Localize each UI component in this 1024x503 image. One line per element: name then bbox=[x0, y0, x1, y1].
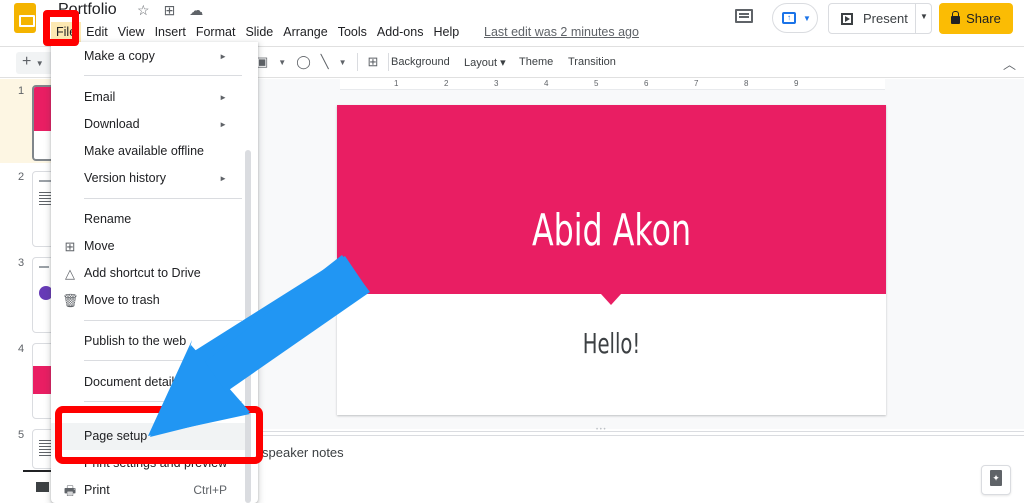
title-band bbox=[337, 105, 886, 294]
menu-addons[interactable]: Add-ons bbox=[372, 22, 429, 42]
menu-slide[interactable]: Slide bbox=[240, 22, 278, 42]
menu-view[interactable]: View bbox=[113, 22, 150, 42]
layout-button[interactable]: Layout ▾ bbox=[464, 56, 506, 69]
page-setup-highlight bbox=[55, 406, 263, 464]
menu-help[interactable]: Help bbox=[428, 22, 464, 42]
menu-item-download[interactable]: Download ► bbox=[51, 111, 247, 138]
comment-add-icon[interactable]: ⊞ bbox=[368, 54, 379, 70]
print-icon: 🖶 bbox=[63, 483, 77, 498]
share-button[interactable]: Share bbox=[939, 3, 1013, 34]
lock-icon bbox=[951, 11, 961, 24]
slide-number: 5 bbox=[18, 429, 25, 441]
star-icon[interactable]: ☆ bbox=[137, 2, 150, 19]
line-icon[interactable]: ╲ bbox=[321, 54, 329, 70]
menu-item-publish-to-web[interactable]: Publish to the web bbox=[51, 328, 247, 355]
background-button[interactable]: Background bbox=[391, 56, 450, 68]
menu-item-document-details[interactable]: Document details bbox=[51, 369, 247, 396]
drive-shortcut-icon: △ bbox=[65, 266, 75, 281]
menu-item-version-history[interactable]: Version history ► bbox=[51, 165, 247, 192]
menu-arrange[interactable]: Arrange bbox=[278, 22, 332, 42]
slide-number: 1 bbox=[18, 85, 25, 97]
move-folder-icon: ⊞ bbox=[64, 239, 76, 254]
present-icon bbox=[841, 12, 853, 25]
explore-button[interactable] bbox=[981, 465, 1011, 495]
chevron-down-icon: ▼ bbox=[803, 14, 811, 23]
present-to-meeting-icon: ↑ bbox=[782, 12, 796, 24]
present-options-chevron-icon[interactable]: ▼ bbox=[920, 12, 928, 21]
collapse-toolbar-icon[interactable]: ︿ bbox=[1003, 54, 1016, 73]
theme-button[interactable]: Theme bbox=[519, 56, 553, 68]
move-to-folder-icon[interactable]: ⊞ bbox=[164, 2, 176, 19]
chevron-down-icon[interactable]: ▼ bbox=[339, 58, 347, 67]
shape-icon[interactable]: ◯ bbox=[296, 54, 311, 70]
menu-item-email[interactable]: Email ► bbox=[51, 84, 247, 111]
menu-edit[interactable]: Edit bbox=[81, 22, 113, 42]
slide-number: 3 bbox=[18, 257, 25, 269]
slide-number: 2 bbox=[18, 171, 25, 183]
present-label: Present bbox=[863, 11, 908, 26]
slides-logo[interactable] bbox=[14, 3, 36, 33]
menu-item-make-a-copy[interactable]: Make a copy ► bbox=[51, 43, 247, 70]
file-menu-highlight bbox=[43, 10, 79, 46]
last-edit-link[interactable]: Last edit was 2 minutes ago bbox=[484, 25, 639, 39]
trash-icon: 🗑 bbox=[62, 293, 79, 308]
menu-insert[interactable]: Insert bbox=[150, 22, 191, 42]
menu-tools[interactable]: Tools bbox=[333, 22, 372, 42]
notes-resize-handle[interactable] bbox=[258, 427, 1024, 436]
current-slide[interactable]: Abid Akon Hello! bbox=[337, 105, 886, 415]
slide-title[interactable]: Abid Akon bbox=[414, 205, 809, 256]
menu-item-move[interactable]: ⊞ Move bbox=[51, 233, 247, 260]
menu-item-rename[interactable]: Rename bbox=[51, 206, 247, 233]
grid-view-icon[interactable] bbox=[36, 482, 49, 492]
present-button[interactable]: Present ▼ bbox=[828, 3, 932, 34]
menu-bar: File Edit View Insert Format Slide Arran… bbox=[51, 22, 464, 42]
slide-number: 4 bbox=[18, 343, 25, 355]
share-label: Share bbox=[966, 11, 1001, 26]
title-band-notch bbox=[601, 294, 621, 305]
new-slide-button[interactable]: + ▼ bbox=[16, 52, 56, 74]
speaker-notes-field[interactable]: speaker notes bbox=[262, 445, 344, 460]
menu-item-make-available-offline[interactable]: Make available offline bbox=[51, 138, 247, 165]
menu-item-move-to-trash[interactable]: 🗑 Move to trash bbox=[51, 287, 247, 314]
slide-subtitle[interactable]: Hello! bbox=[419, 327, 803, 360]
chevron-down-icon[interactable]: ▼ bbox=[278, 58, 286, 67]
present-to-meeting-button[interactable]: ↑ ▼ bbox=[772, 3, 818, 33]
transition-button[interactable]: Transition bbox=[568, 56, 616, 68]
menu-item-print[interactable]: 🖶 Print Ctrl+P bbox=[51, 477, 247, 503]
menu-format[interactable]: Format bbox=[191, 22, 241, 42]
comment-history-icon[interactable] bbox=[735, 9, 753, 23]
cloud-saved-icon[interactable]: ☁ bbox=[189, 2, 203, 19]
horizontal-ruler[interactable]: 1 2 3 4 5 6 7 8 9 bbox=[340, 79, 885, 90]
menu-item-add-shortcut[interactable]: △ Add shortcut to Drive bbox=[51, 260, 247, 287]
